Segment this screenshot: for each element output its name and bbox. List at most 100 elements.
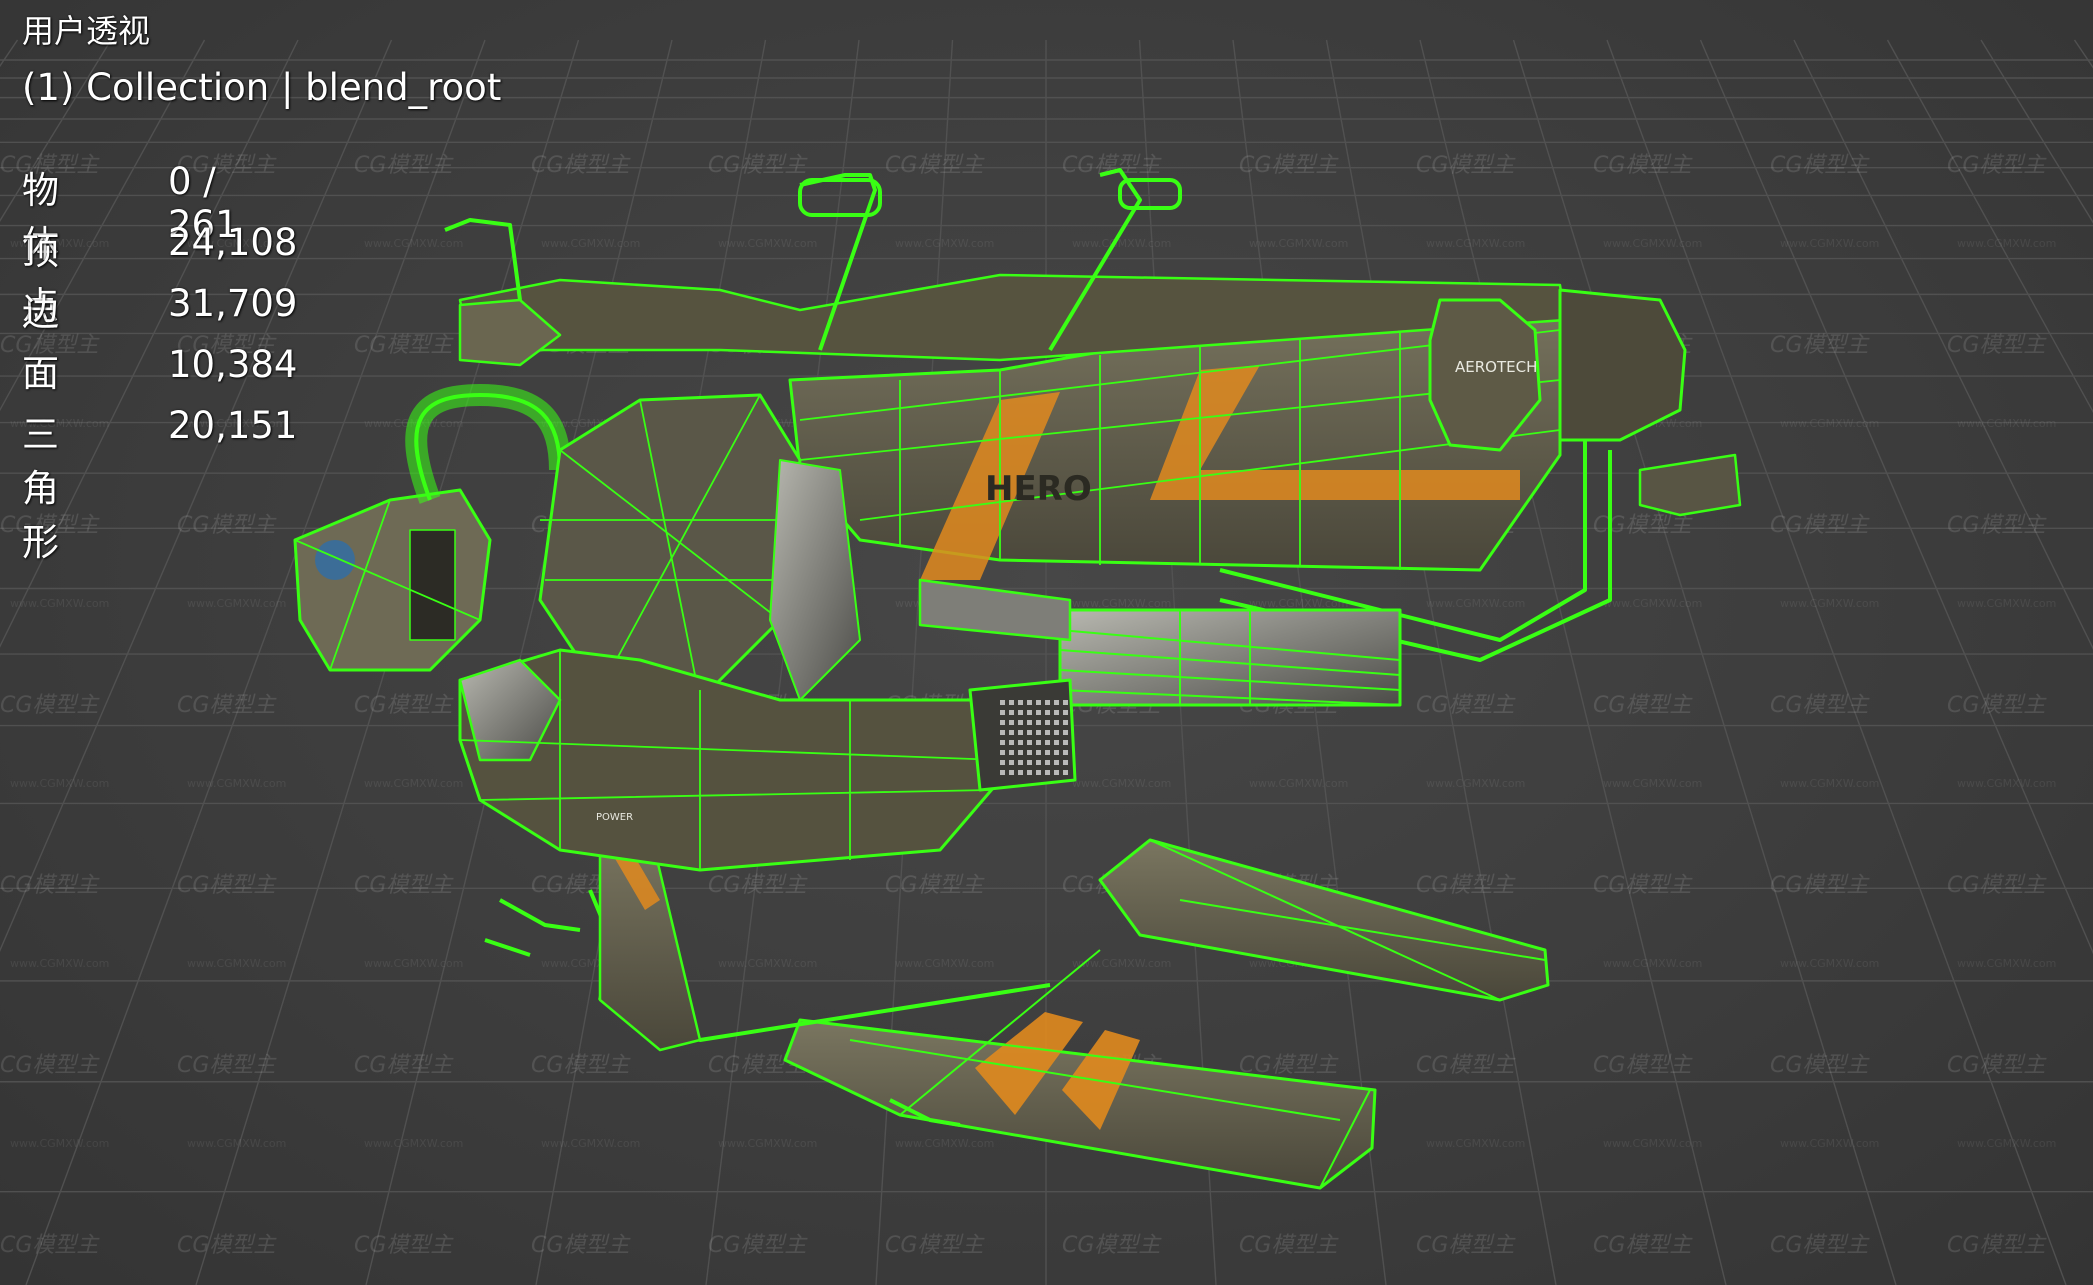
panel-dot xyxy=(1045,770,1050,775)
watermark-text: CG模型主 xyxy=(708,153,808,178)
panel-dot xyxy=(1054,720,1059,725)
hovercraft-model[interactable]: HERO AEROTECH POWER xyxy=(293,168,1742,1190)
watermark-url: www.CGMXW.com xyxy=(10,777,109,790)
side-box-right xyxy=(1638,453,1742,517)
watermark-url: www.CGMXW.com xyxy=(1426,237,1525,250)
watermark-url: www.CGMXW.com xyxy=(10,957,109,970)
watermark-url: www.CGMXW.com xyxy=(1603,1137,1702,1150)
watermark-text: CG模型主 xyxy=(1770,513,1870,538)
watermark-text: CG模型主 xyxy=(1416,1053,1516,1078)
panel-dot xyxy=(1000,750,1005,755)
watermark-text: CG模型主 xyxy=(0,1053,100,1078)
rear-wing[interactable] xyxy=(1098,838,1550,1002)
panel-dot xyxy=(1009,740,1014,745)
watermark-text: CG模型主 xyxy=(531,153,631,178)
watermark-text: CG模型主 xyxy=(708,1233,808,1258)
watermark-url: www.CGMXW.com xyxy=(718,1137,817,1150)
panel-dot xyxy=(1009,760,1014,765)
watermark-url: www.CGMXW.com xyxy=(1957,957,2056,970)
panel-dot xyxy=(1027,740,1032,745)
panel-dot xyxy=(1000,700,1005,705)
panel-dot xyxy=(1036,750,1041,755)
watermark-url: www.CGMXW.com xyxy=(541,1137,640,1150)
panel-dot xyxy=(1027,760,1032,765)
3d-viewport[interactable]: CG模型主 www.CGMXW.com CG模型主 www.CGMXW.com CG模型… xyxy=(0,0,2093,1285)
stat-value: 24,108 xyxy=(168,221,298,264)
watermark-text: CG模型主 xyxy=(1239,153,1339,178)
panel-dot xyxy=(1000,730,1005,735)
panel-dot xyxy=(1027,720,1032,725)
viewport-scene[interactable]: CG模型主 www.CGMXW.com CG模型主 www.CGMXW.com CG模型… xyxy=(0,0,2093,1285)
watermark-url: www.CGMXW.com xyxy=(1780,1137,1879,1150)
watermark-text: CG模型主 xyxy=(1062,153,1162,178)
panel-dot xyxy=(1036,770,1041,775)
panel-dot xyxy=(1000,740,1005,745)
panel-dot xyxy=(1009,720,1014,725)
panel-dot xyxy=(1018,700,1023,705)
hero-decal: HERO xyxy=(985,469,1092,509)
watermark-url: www.CGMXW.com xyxy=(1957,597,2056,610)
panel-dot xyxy=(1027,710,1032,715)
watermark-url: www.CGMXW.com xyxy=(187,777,286,790)
watermark-url: www.CGMXW.com xyxy=(1072,597,1171,610)
watermark-text: CG模型主 xyxy=(1947,873,2047,898)
engine-pod[interactable] xyxy=(293,488,492,672)
watermark-text: CG模型主 xyxy=(1593,153,1693,178)
panel-dot xyxy=(1036,730,1041,735)
lower-chassis[interactable]: POWER xyxy=(458,648,1002,872)
panel-dot xyxy=(1063,770,1068,775)
watermark-text: CG模型主 xyxy=(1770,693,1870,718)
panel-dot xyxy=(1063,710,1068,715)
stat-label: 三角形 xyxy=(22,413,59,564)
light-panel[interactable] xyxy=(968,678,1077,792)
watermark-text: CG模型主 xyxy=(1062,1233,1162,1258)
panel-dot xyxy=(1009,750,1014,755)
watermark-url: www.CGMXW.com xyxy=(1426,1137,1525,1150)
watermark-text: CG模型主 xyxy=(177,513,277,538)
panel-dot xyxy=(1063,720,1068,725)
watermark-url: www.CGMXW.com xyxy=(187,597,286,610)
panel-dot xyxy=(1054,700,1059,705)
watermark-text: CG模型主 xyxy=(885,153,985,178)
panel-dot xyxy=(1027,770,1032,775)
panel-dot xyxy=(1045,760,1050,765)
watermark-text: CG模型主 xyxy=(354,153,454,178)
watermark-text: CG模型主 xyxy=(1947,1233,2047,1258)
panel-dot xyxy=(1009,700,1014,705)
panel-dot xyxy=(1018,720,1023,725)
panel-dot xyxy=(1018,730,1023,735)
watermark-text: CG模型主 xyxy=(1416,873,1516,898)
panel-dot xyxy=(1045,740,1050,745)
watermark-url: www.CGMXW.com xyxy=(1957,417,2056,430)
watermark-text: CG模型主 xyxy=(177,1233,277,1258)
panel-dot xyxy=(1000,760,1005,765)
watermark-url: www.CGMXW.com xyxy=(1780,597,1879,610)
watermark-url: www.CGMXW.com xyxy=(1957,237,2056,250)
panel-dot xyxy=(1054,740,1059,745)
panel-dot xyxy=(1036,720,1041,725)
stat-value: 10,384 xyxy=(168,343,298,386)
watermark-url: www.CGMXW.com xyxy=(1072,777,1171,790)
panel-dot xyxy=(1054,750,1059,755)
panel-dot xyxy=(1036,710,1041,715)
watermark-url: www.CGMXW.com xyxy=(364,1137,463,1150)
watermark-text: CG模型主 xyxy=(708,873,808,898)
viewport-view-name: 用户透视 xyxy=(22,12,151,50)
watermark-url: www.CGMXW.com xyxy=(895,1137,994,1150)
watermark-text: CG模型主 xyxy=(354,1233,454,1258)
panel-dot xyxy=(1018,770,1023,775)
watermark-text: CG模型主 xyxy=(885,873,985,898)
watermark-text: CG模型主 xyxy=(1416,1233,1516,1258)
watermark-url: www.CGMXW.com xyxy=(10,1137,109,1150)
watermark-url: www.CGMXW.com xyxy=(364,237,463,250)
watermark-text: CG模型主 xyxy=(354,1053,454,1078)
watermark-text: CG模型主 xyxy=(0,1233,100,1258)
panel-dot xyxy=(1018,760,1023,765)
watermark-url: www.CGMXW.com xyxy=(895,237,994,250)
watermark-text: CG模型主 xyxy=(1947,513,2047,538)
watermark-text: CG模型主 xyxy=(1770,153,1870,178)
watermark-text: CG模型主 xyxy=(1770,1233,1870,1258)
watermark-url: www.CGMXW.com xyxy=(10,597,109,610)
power-decal: POWER xyxy=(596,812,633,823)
panel-dot xyxy=(1063,730,1068,735)
